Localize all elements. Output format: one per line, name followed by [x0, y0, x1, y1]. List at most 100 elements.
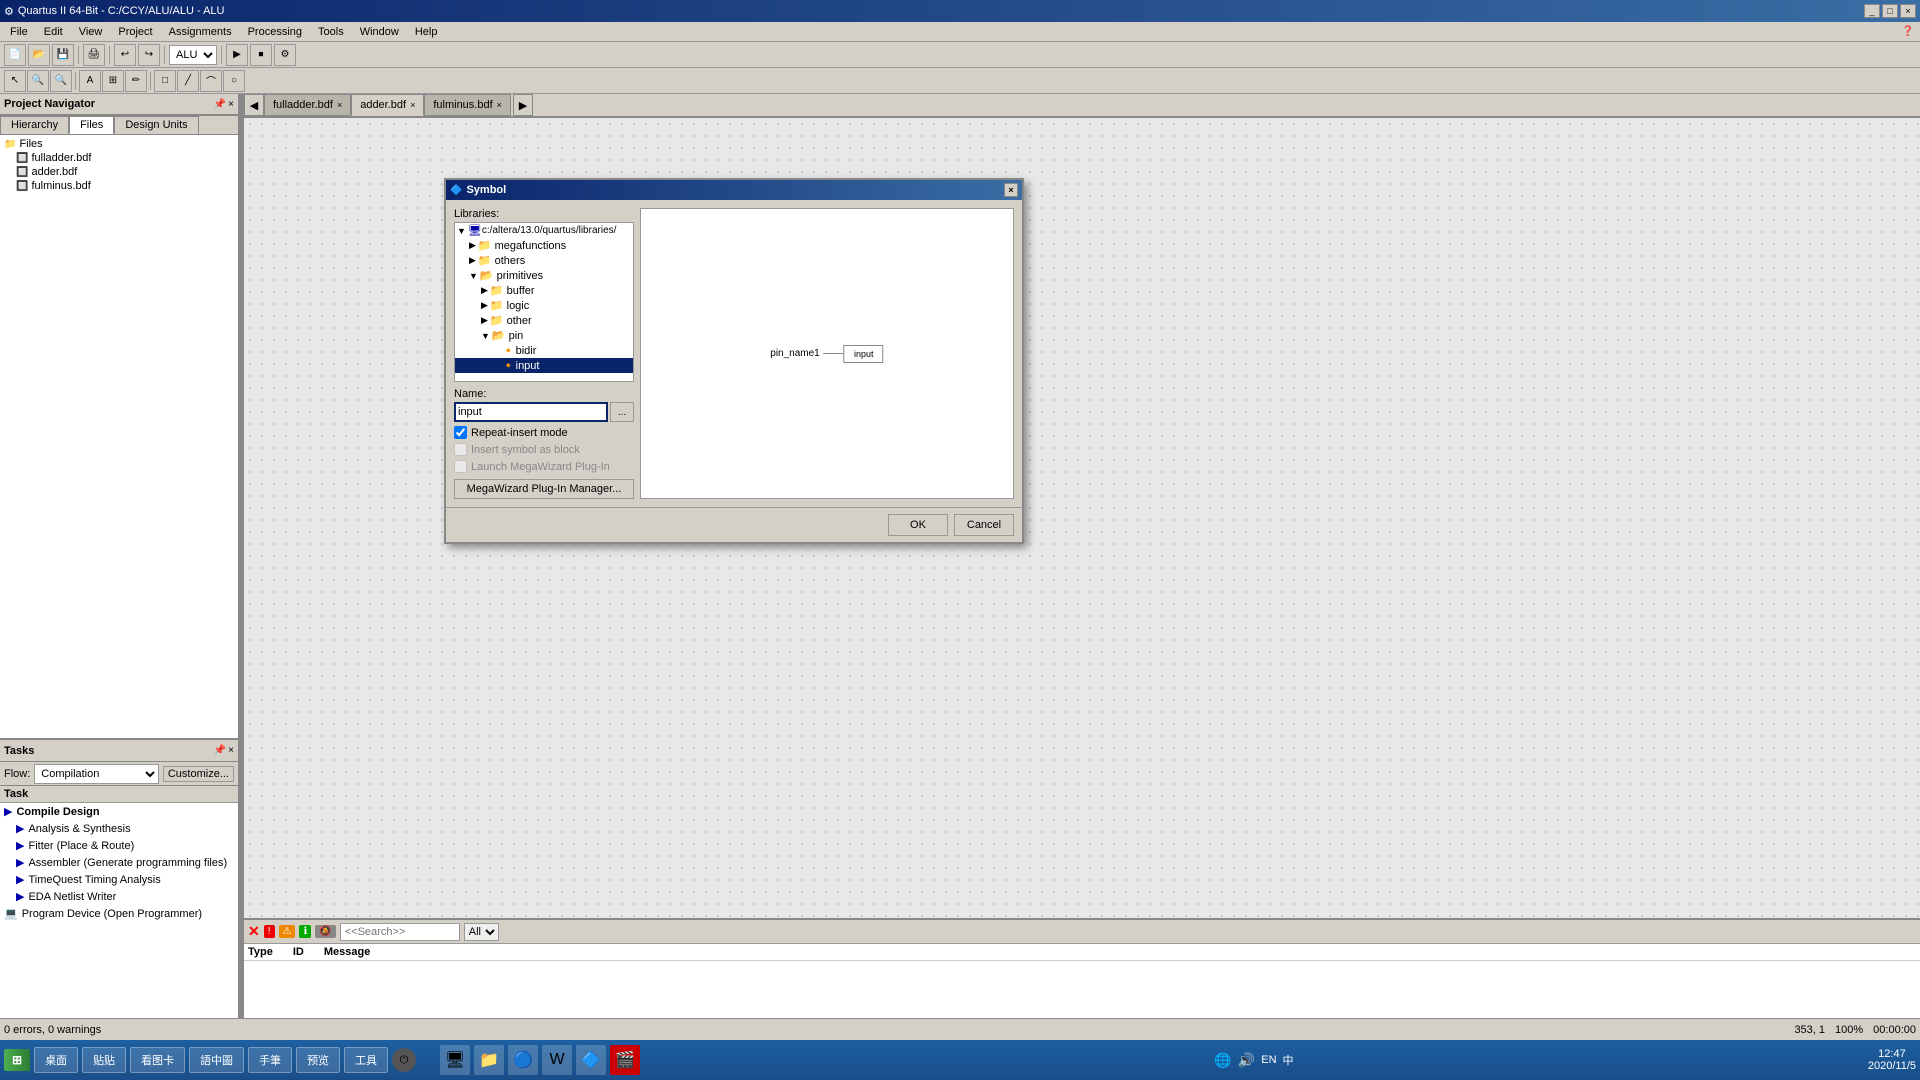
file-item-adder[interactable]: 🔲 adder.bdf	[2, 165, 236, 179]
taskbar-app-folder[interactable]: 📁	[474, 1045, 504, 1075]
log-info-icon[interactable]: ℹ	[299, 925, 311, 938]
minimize-button[interactable]: _	[1864, 4, 1880, 18]
settings-button[interactable]: ⚙	[274, 44, 296, 66]
tab-fulladder-close[interactable]: ×	[337, 100, 342, 110]
menu-help[interactable]: Help	[407, 24, 446, 40]
megawizard-button[interactable]: MegaWizard Plug-In Manager...	[454, 479, 634, 499]
arc-tool[interactable]: ⌒	[200, 70, 222, 92]
menu-project[interactable]: Project	[110, 24, 160, 40]
taskbar-btn-mid[interactable]: 語中圖	[189, 1047, 244, 1073]
new-button[interactable]: 📄	[4, 44, 26, 66]
tree-node-others[interactable]: ▶ 📁 others	[455, 253, 633, 268]
symbol-tool[interactable]: ⊞	[102, 70, 124, 92]
project-dropdown[interactable]: ALU	[169, 45, 217, 65]
close-button[interactable]: ×	[1900, 4, 1916, 18]
tree-expand-others[interactable]: ▶	[469, 255, 476, 266]
file-item-fulminus[interactable]: 🔲 fulminus.bdf	[2, 179, 236, 193]
print-button[interactable]: 🖨	[83, 44, 105, 66]
task-analysis[interactable]: ▶ Analysis & Synthesis	[0, 820, 238, 837]
log-error-icon[interactable]: ✕	[248, 923, 260, 940]
start-button[interactable]: ⊞	[4, 1049, 30, 1071]
save-button[interactable]: 💾	[52, 44, 74, 66]
taskbar-btn-preview[interactable]: 预览	[296, 1047, 340, 1073]
panel-pin-icon[interactable]: 📌	[214, 99, 226, 110]
line-tool[interactable]: ╱	[177, 70, 199, 92]
open-button[interactable]: 📂	[28, 44, 50, 66]
taskbar-btn-tiez[interactable]: 贴贴	[82, 1047, 126, 1073]
taskbar-btn-desktop[interactable]: 桌面	[34, 1047, 78, 1073]
name-input[interactable]	[454, 402, 608, 422]
maximize-button[interactable]: □	[1882, 4, 1898, 18]
tree-expand-other[interactable]: ▶	[481, 315, 488, 326]
log-search-input[interactable]	[340, 923, 460, 941]
browse-button[interactable]: ...	[610, 402, 634, 422]
tab-scroll-right[interactable]: ▶	[513, 94, 533, 116]
stop-button[interactable]: ⏹	[250, 44, 272, 66]
insert-as-block-checkbox[interactable]	[454, 443, 467, 456]
tab-files[interactable]: Files	[69, 116, 114, 134]
log-suppress-icon[interactable]: 🔕	[315, 925, 335, 938]
undo-button[interactable]: ↩	[114, 44, 136, 66]
taskbar-btn-card[interactable]: 看图卡	[130, 1047, 185, 1073]
compile-button[interactable]: ▶	[226, 44, 248, 66]
flow-dropdown[interactable]: Compilation	[34, 764, 159, 784]
launch-megawizard-checkbox[interactable]	[454, 460, 467, 473]
file-tree-root[interactable]: 📁 Files	[2, 137, 236, 151]
rect-tool[interactable]: □	[154, 70, 176, 92]
taskbar-app-word[interactable]: W	[542, 1045, 572, 1075]
tab-hierarchy[interactable]: Hierarchy	[0, 116, 69, 134]
taskbar-app-explorer[interactable]: 🖥	[440, 1045, 470, 1075]
tasks-close-icon[interactable]: ×	[228, 745, 234, 756]
zoom-in[interactable]: 🔍	[27, 70, 49, 92]
tree-node-buffer[interactable]: ▶ 📁 buffer	[455, 283, 633, 298]
tab-scroll-left[interactable]: ◀	[244, 94, 264, 116]
tree-node-other[interactable]: ▶ 📁 other	[455, 313, 633, 328]
menu-view[interactable]: View	[71, 24, 111, 40]
cancel-button[interactable]: Cancel	[954, 514, 1014, 536]
repeat-insert-checkbox[interactable]	[454, 426, 467, 439]
menu-file[interactable]: File	[2, 24, 36, 40]
tab-design-units[interactable]: Design Units	[114, 116, 198, 134]
menu-edit[interactable]: Edit	[36, 24, 71, 40]
library-tree-box[interactable]: ▼ 🖥 c:/altera/13.0/quartus/libraries/ ▶ …	[454, 222, 634, 382]
task-programmer[interactable]: 💻 Program Device (Open Programmer)	[0, 905, 238, 922]
log-warning-icon[interactable]: ⚠	[279, 925, 296, 938]
tree-expand-pin[interactable]: ▼	[481, 331, 490, 341]
panel-close-icon[interactable]: ×	[228, 99, 234, 110]
tree-expand-buffer[interactable]: ▶	[481, 285, 488, 296]
menu-tools[interactable]: Tools	[310, 24, 352, 40]
task-compile-design[interactable]: ▶ Compile Design	[0, 803, 238, 820]
taskbar-btn-pen[interactable]: 手筆	[248, 1047, 292, 1073]
tree-expand-logic[interactable]: ▶	[481, 300, 488, 311]
task-assembler[interactable]: ▶ Assembler (Generate programming files)	[0, 854, 238, 871]
tree-expand-root[interactable]: ▼	[457, 226, 466, 236]
wire-tool[interactable]: ✏	[125, 70, 147, 92]
file-item-fulladder[interactable]: 🔲 fulladder.bdf	[2, 151, 236, 165]
tab-fulladder[interactable]: fulladder.bdf ×	[264, 94, 351, 116]
taskbar-btn-tools[interactable]: 工具	[344, 1047, 388, 1073]
tree-expand-mega[interactable]: ▶	[469, 240, 476, 251]
text-tool[interactable]: A	[79, 70, 101, 92]
tree-node-bidir[interactable]: ▶ 🔸 bidir	[455, 343, 633, 358]
tree-expand-primitives[interactable]: ▼	[469, 271, 478, 281]
log-filter-dropdown[interactable]: All	[464, 923, 499, 941]
ok-button[interactable]: OK	[888, 514, 948, 536]
task-eda[interactable]: ▶ EDA Netlist Writer	[0, 888, 238, 905]
tab-fulminus[interactable]: fulminus.bdf ×	[424, 94, 511, 116]
tree-node-primitives[interactable]: ▼ 📂 primitives	[455, 268, 633, 283]
tree-node-input[interactable]: ▶ 🔸 input	[455, 358, 633, 373]
task-fitter[interactable]: ▶ Fitter (Place & Route)	[0, 837, 238, 854]
redo-button[interactable]: ↪	[138, 44, 160, 66]
tree-node-pin[interactable]: ▼ 📂 pin	[455, 328, 633, 343]
select-tool[interactable]: ↖	[4, 70, 26, 92]
zoom-out[interactable]: 🔍	[50, 70, 72, 92]
tab-adder[interactable]: adder.bdf ×	[351, 94, 424, 116]
tree-node-megafunctions[interactable]: ▶ 📁 megafunctions	[455, 238, 633, 253]
taskbar-app-5[interactable]: 🔷	[576, 1045, 606, 1075]
taskbar-app-6[interactable]: 🎬	[610, 1045, 640, 1075]
menu-processing[interactable]: Processing	[240, 24, 310, 40]
taskbar-power-button[interactable]: ⏻	[392, 1048, 416, 1072]
circle-tool[interactable]: ○	[223, 70, 245, 92]
tab-adder-close[interactable]: ×	[410, 100, 415, 110]
dialog-close-button[interactable]: ×	[1004, 183, 1018, 197]
